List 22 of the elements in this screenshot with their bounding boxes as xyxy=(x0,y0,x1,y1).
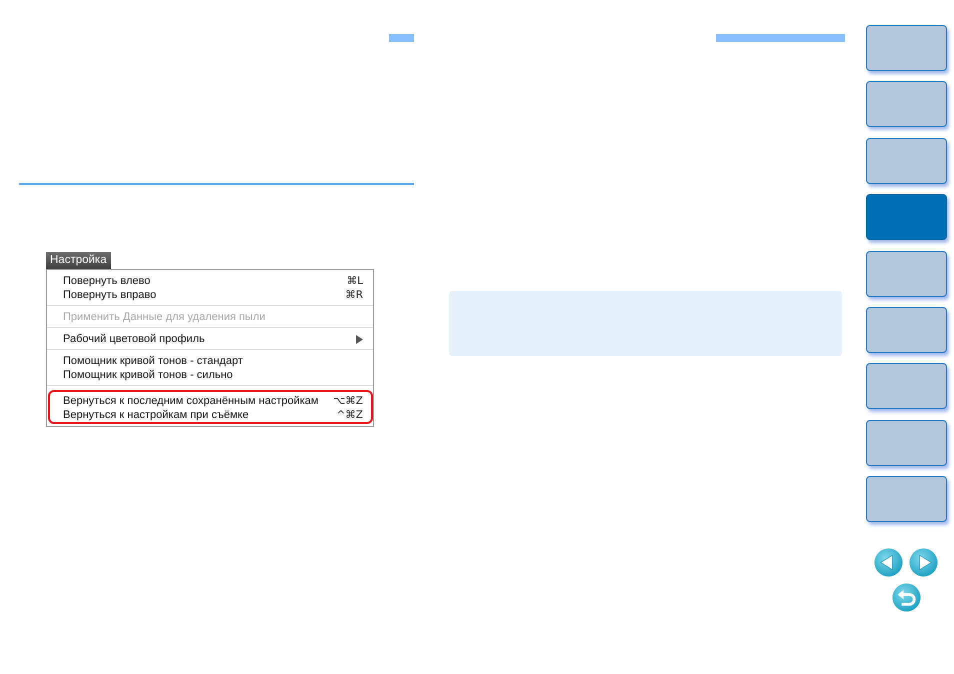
nav-tab[interactable] xyxy=(866,476,946,522)
keyboard-shortcut: ⌘L xyxy=(346,274,363,288)
menu-item[interactable]: Вернуться к последним сохранённым настройкам ⌥⌘Z xyxy=(50,394,371,408)
nav-tab[interactable] xyxy=(866,138,946,184)
menu-item[interactable]: Помощник кривой тонов - сильно xyxy=(47,368,373,382)
header-bar xyxy=(389,34,414,42)
menu-item[interactable]: Вернуться к настройкам при съёмке ^⌘Z xyxy=(50,408,371,422)
nav-tab[interactable] xyxy=(866,363,946,410)
keyboard-shortcut: ^⌘Z xyxy=(336,408,363,422)
nav-tab[interactable] xyxy=(866,250,946,297)
menu-item[interactable]: Рабочий цветовой профиль xyxy=(47,332,373,346)
nav-tab[interactable] xyxy=(866,25,946,71)
menu-item[interactable]: Помощник кривой тонов - стандарт xyxy=(47,354,373,368)
nav-tab[interactable] xyxy=(866,81,946,128)
menu-item[interactable]: Повернуть вправо ⌘R xyxy=(47,288,373,302)
keyboard-shortcut: ⌥⌘Z xyxy=(333,394,363,408)
menu-item[interactable]: Повернуть влево ⌘L xyxy=(47,274,373,288)
nav-tab[interactable] xyxy=(866,194,946,240)
nav-tab[interactable] xyxy=(866,420,946,466)
nav-tab[interactable] xyxy=(866,306,946,353)
menu-title[interactable]: Настройка xyxy=(46,252,111,269)
keyboard-shortcut: ⌘R xyxy=(345,288,363,302)
